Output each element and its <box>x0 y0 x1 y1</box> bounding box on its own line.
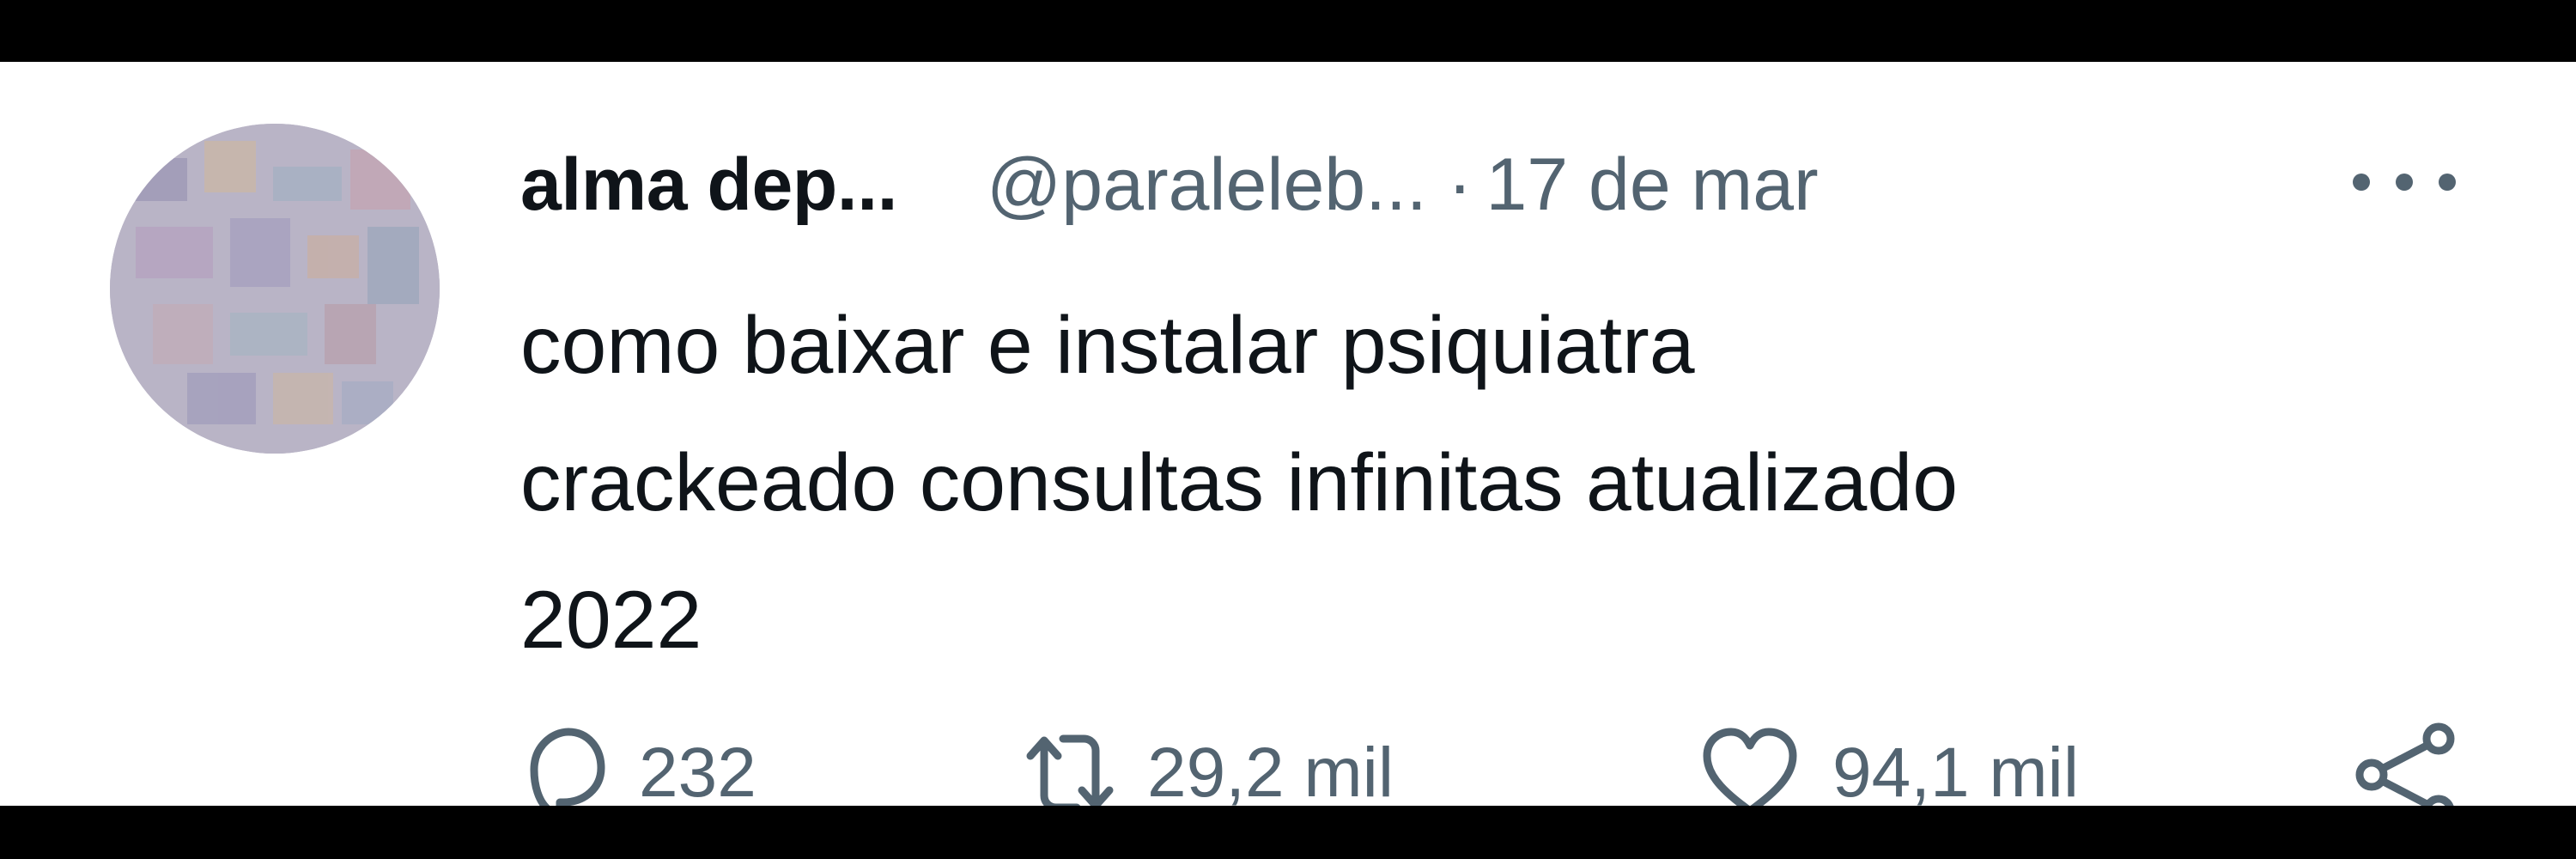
author-name[interactable]: alma dep... <box>520 143 898 228</box>
more-dot <box>2353 174 2370 191</box>
avatar-icon <box>110 124 440 454</box>
avatar[interactable] <box>110 124 440 454</box>
tweet-card[interactable]: alma dep... @paraleleb... · 17 de mar co… <box>0 62 2576 806</box>
author-handle[interactable]: @paraleleb... <box>987 143 1427 228</box>
more-icon[interactable] <box>2353 165 2456 199</box>
heart-icon <box>1703 728 1797 806</box>
tweet-date[interactable]: 17 de mar <box>1485 143 1818 228</box>
reply-count: 232 <box>639 734 756 806</box>
reply-icon <box>530 728 605 806</box>
like-count: 94,1 mil <box>1832 734 2080 806</box>
like-button[interactable]: 94,1 mil <box>1698 713 2079 806</box>
screenshot-frame: alma dep... @paraleleb... · 17 de mar co… <box>0 0 2576 859</box>
tweet-actions: 232 29,2 mil 94,1 mil <box>0 713 2576 806</box>
header-separator: · <box>1447 143 1473 226</box>
retweet-button[interactable]: 29,2 mil <box>1024 713 1394 806</box>
tweet-text: como baixar e instalar psiquiatra cracke… <box>520 300 1959 666</box>
more-dot <box>2439 174 2456 191</box>
share-icon <box>2355 722 2455 806</box>
retweet-icon <box>1026 734 1114 806</box>
reply-button[interactable]: 232 <box>526 713 756 806</box>
share-button[interactable] <box>2353 713 2464 806</box>
tweet-header: alma dep... @paraleleb... · 17 de mar <box>520 137 1819 232</box>
more-dot <box>2396 174 2413 191</box>
retweet-count: 29,2 mil <box>1147 734 1394 806</box>
